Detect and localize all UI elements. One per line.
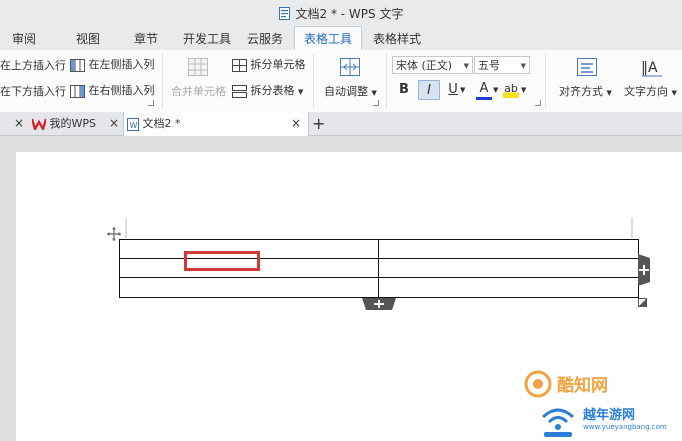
table-resize-handle-icon[interactable] [638,298,647,307]
table-cell[interactable] [380,240,638,258]
table-cell[interactable] [380,278,638,296]
watermark-bottom: 越年游网 [583,408,636,423]
watermark-logo-icon [524,370,552,398]
table-cell[interactable] [380,259,638,277]
watermark-url: www.yueyangbang.com [583,423,667,431]
add-column-handle[interactable] [638,254,650,286]
highlight-box [184,251,260,271]
watermark-wifi-icon [541,408,575,437]
table-cell[interactable] [120,278,378,296]
watermark-top: 酷知网 [557,376,608,396]
add-row-handle[interactable] [362,298,396,310]
